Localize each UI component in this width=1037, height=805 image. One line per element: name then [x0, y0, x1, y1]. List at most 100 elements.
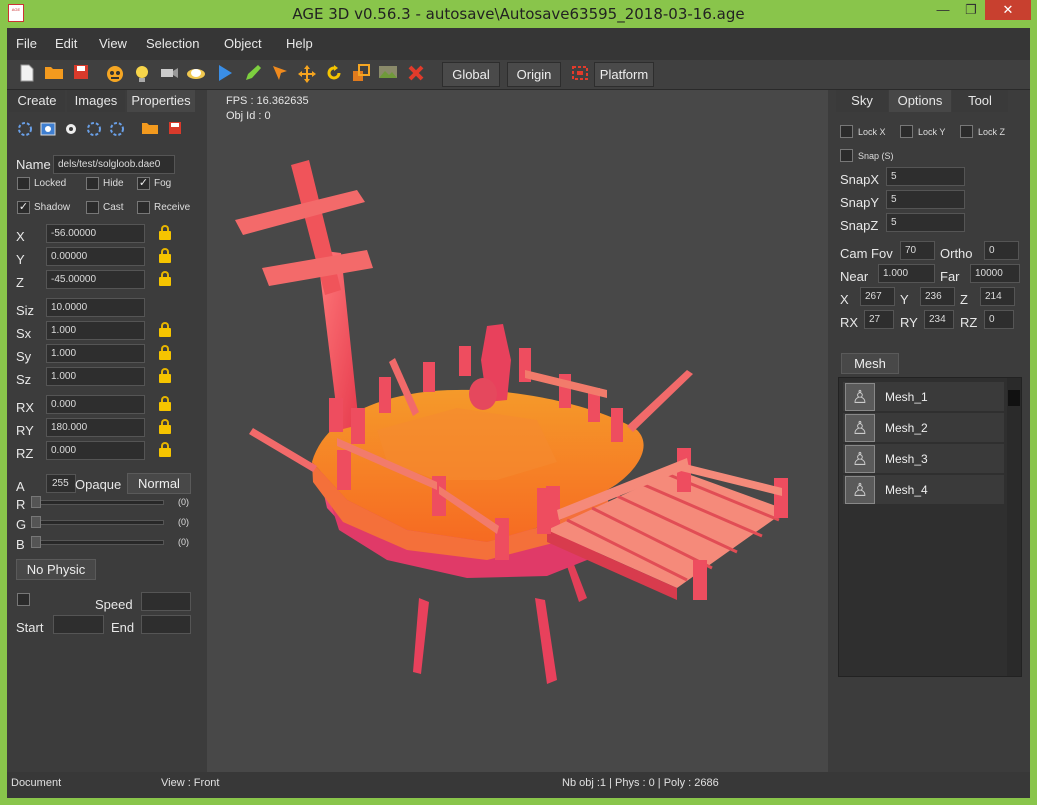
- character-icon[interactable]: [104, 64, 126, 86]
- mesh-list-scrollbar[interactable]: [1007, 378, 1021, 676]
- list-item-mesh-1[interactable]: ♙ Mesh_1: [843, 382, 1004, 411]
- delete-icon[interactable]: [405, 64, 427, 86]
- maximize-button[interactable]: ❐: [958, 0, 984, 20]
- blue-slider-thumb[interactable]: [31, 536, 41, 548]
- lock-rz-icon[interactable]: [158, 442, 172, 457]
- play-icon[interactable]: [214, 64, 236, 86]
- list-item-mesh-2[interactable]: ♙ Mesh_2: [843, 413, 1004, 442]
- scale-y-field[interactable]: 1.000: [46, 344, 145, 363]
- object-frame-icon[interactable]: [16, 121, 34, 139]
- fog-checkbox[interactable]: ✓: [137, 177, 150, 190]
- settings-gear-icon[interactable]: [62, 121, 80, 139]
- effect-frame-icon[interactable]: [108, 121, 126, 139]
- save-icon[interactable]: [70, 64, 92, 86]
- close-window-button[interactable]: ✕: [985, 0, 1031, 20]
- terrain-image-icon[interactable]: [377, 64, 399, 86]
- cam-z-field[interactable]: 214: [980, 287, 1015, 306]
- tab-tool[interactable]: Tool: [952, 90, 1008, 112]
- lock-sx-icon[interactable]: [158, 322, 172, 337]
- light-bulb-icon[interactable]: [131, 64, 153, 86]
- open-folder-icon[interactable]: [43, 64, 65, 86]
- sky-cloud-icon[interactable]: [185, 64, 207, 86]
- menu-file[interactable]: File: [16, 36, 37, 51]
- receive-checkbox[interactable]: [137, 201, 150, 214]
- material-frame-icon[interactable]: [85, 121, 103, 139]
- z-position-field[interactable]: -45.00000: [46, 270, 145, 289]
- opaque-dropdown[interactable]: Opaque: [75, 477, 121, 492]
- cam-y-field[interactable]: 236: [920, 287, 955, 306]
- no-physic-button[interactable]: No Physic: [16, 559, 96, 580]
- tab-properties[interactable]: Properties: [127, 90, 195, 112]
- list-item-mesh-3[interactable]: ♙ Mesh_3: [843, 444, 1004, 473]
- snap-checkbox[interactable]: [840, 149, 853, 162]
- move-icon[interactable]: [296, 64, 318, 86]
- mesh-button[interactable]: Mesh: [841, 353, 899, 374]
- cam-rx-field[interactable]: 27: [864, 310, 894, 329]
- list-item-mesh-4[interactable]: ♙ Mesh_4: [843, 475, 1004, 504]
- cam-x-field[interactable]: 267: [860, 287, 895, 306]
- scale-x-field[interactable]: 1.000: [46, 321, 145, 340]
- hide-checkbox[interactable]: [86, 177, 99, 190]
- rotate-icon[interactable]: [323, 64, 345, 86]
- lock-z-checkbox[interactable]: [960, 125, 973, 138]
- rotation-y-field[interactable]: 180.000: [46, 418, 145, 437]
- lock-x-icon[interactable]: [158, 225, 172, 240]
- x-position-field[interactable]: -56.00000: [46, 224, 145, 243]
- mesh-list[interactable]: ♙ Mesh_1 ♙ Mesh_2 ♙ Mesh_3 ♙ Mesh_4: [838, 377, 1022, 677]
- play-checkbox[interactable]: [17, 593, 30, 606]
- save-icon[interactable]: [166, 121, 184, 139]
- rotation-z-field[interactable]: 0.000: [46, 441, 145, 460]
- speed-field[interactable]: [141, 592, 191, 611]
- menu-help[interactable]: Help: [286, 36, 313, 51]
- green-slider-thumb[interactable]: [31, 516, 41, 528]
- snapz-field[interactable]: 5: [886, 213, 965, 232]
- size-field[interactable]: 10.0000: [46, 298, 145, 317]
- new-file-icon[interactable]: [16, 64, 38, 86]
- red-slider[interactable]: [32, 500, 164, 505]
- start-field[interactable]: [53, 615, 104, 634]
- lock-y-checkbox[interactable]: [900, 125, 913, 138]
- floating-island-model[interactable]: [207, 90, 828, 772]
- lock-y-icon[interactable]: [158, 248, 172, 263]
- blend-normal-dropdown[interactable]: Normal: [127, 473, 191, 494]
- tab-sky[interactable]: Sky: [836, 90, 888, 112]
- minimize-button[interactable]: —: [930, 0, 956, 20]
- locked-checkbox[interactable]: [17, 177, 30, 190]
- red-slider-thumb[interactable]: [31, 496, 41, 508]
- platform-icon[interactable]: [569, 64, 591, 86]
- scrollbar-thumb[interactable]: [1008, 390, 1020, 406]
- blue-slider[interactable]: [32, 540, 164, 545]
- tab-create[interactable]: Create: [9, 90, 65, 112]
- menu-object[interactable]: Object: [224, 36, 262, 51]
- rotation-x-field[interactable]: 0.000: [46, 395, 145, 414]
- scale-icon[interactable]: [350, 64, 372, 86]
- lock-x-checkbox[interactable]: [840, 125, 853, 138]
- ortho-field[interactable]: 0: [984, 241, 1019, 260]
- lock-rx-icon[interactable]: [158, 396, 172, 411]
- select-arrow-icon[interactable]: [269, 64, 291, 86]
- scale-z-field[interactable]: 1.000: [46, 367, 145, 386]
- end-field[interactable]: [141, 615, 191, 634]
- lock-z-icon[interactable]: [158, 271, 172, 286]
- menu-edit[interactable]: Edit: [55, 36, 77, 51]
- texture-image-icon[interactable]: [39, 121, 57, 139]
- lock-ry-icon[interactable]: [158, 419, 172, 434]
- 3d-viewport[interactable]: FPS : 16.362635 Obj Id : 0: [207, 90, 828, 772]
- cam-rz-field[interactable]: 0: [984, 310, 1014, 329]
- global-button[interactable]: Global: [442, 62, 500, 87]
- origin-button[interactable]: Origin: [507, 62, 561, 87]
- far-field[interactable]: 10000: [970, 264, 1020, 283]
- near-field[interactable]: 1.000: [878, 264, 935, 283]
- lock-sz-icon[interactable]: [158, 368, 172, 383]
- cast-checkbox[interactable]: [86, 201, 99, 214]
- snapy-field[interactable]: 5: [886, 190, 965, 209]
- menu-selection[interactable]: Selection: [146, 36, 199, 51]
- cam-ry-field[interactable]: 234: [924, 310, 954, 329]
- cam-fov-field[interactable]: 70: [900, 241, 935, 260]
- snapx-field[interactable]: 5: [886, 167, 965, 186]
- tab-options[interactable]: Options: [889, 90, 951, 112]
- menu-view[interactable]: View: [99, 36, 127, 51]
- green-slider[interactable]: [32, 520, 164, 525]
- camera-icon[interactable]: [158, 64, 180, 86]
- pencil-icon[interactable]: [242, 64, 264, 86]
